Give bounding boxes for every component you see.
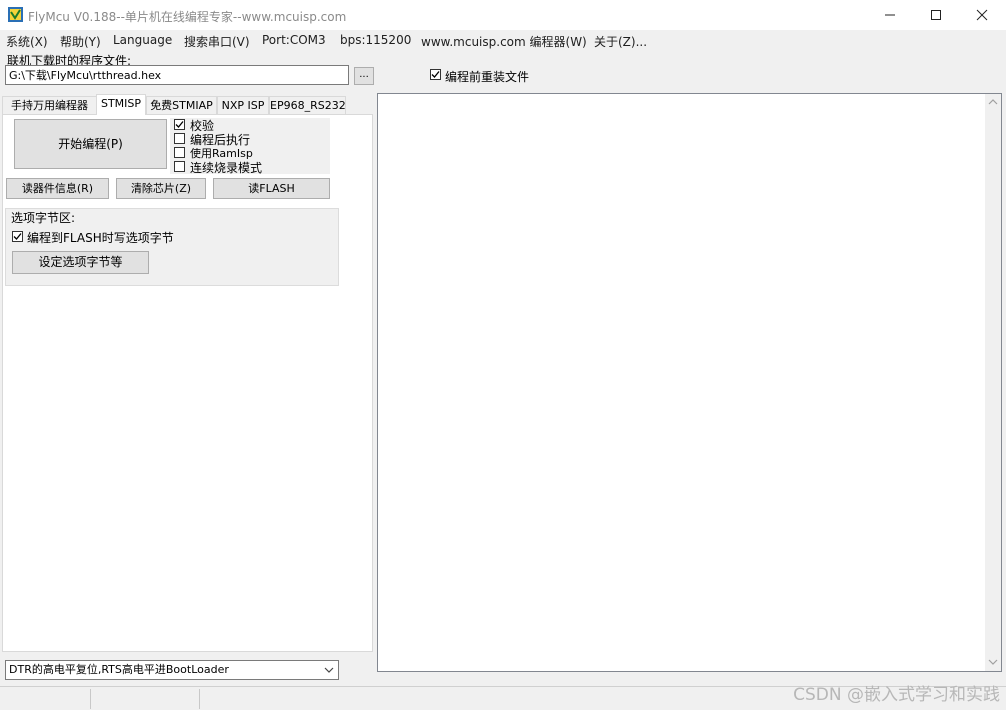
verify-checkbox[interactable] <box>174 119 185 130</box>
log-output-area[interactable] <box>377 93 1002 672</box>
scroll-down-icon[interactable] <box>988 658 998 666</box>
status-separator <box>90 689 91 709</box>
minimize-icon[interactable] <box>867 0 913 30</box>
write-option-bytes-checkbox[interactable] <box>12 231 23 242</box>
tab-bar: 手持万用编程器 STMISP 免费STMIAP NXP ISP EP968_RS… <box>0 94 374 115</box>
watermark: CSDN @嵌入式学习和实践 <box>793 685 1000 705</box>
close-icon[interactable] <box>959 0 1005 30</box>
tab-nxp-isp[interactable]: NXP ISP <box>217 96 269 114</box>
menu-search-port[interactable]: 搜索串口(V) <box>184 33 250 50</box>
read-device-info-button[interactable]: 读器件信息(R) <box>6 178 109 199</box>
menu-system[interactable]: 系统(X) <box>6 33 48 50</box>
tab-handheld-programmer[interactable]: 手持万用编程器 <box>2 96 97 114</box>
scroll-up-icon[interactable] <box>988 98 998 106</box>
menu-help[interactable]: 帮助(Y) <box>60 33 101 50</box>
run-after-program-checkbox[interactable] <box>174 133 185 144</box>
window-title: FlyMcu V0.188--单片机在线编程专家--www.mcuisp.com <box>28 10 347 24</box>
status-separator <box>199 689 200 709</box>
menu-bar: 系统(X) 帮助(Y) Language 搜索串口(V) Port:COM3 b… <box>0 30 1006 50</box>
menu-programmer[interactable]: www.mcuisp.com 编程器(W) <box>421 33 587 50</box>
checkmark-icon <box>175 121 184 128</box>
menu-port[interactable]: Port:COM3 <box>262 33 326 47</box>
reload-before-program-label: 编程前重装文件 <box>445 70 530 84</box>
reload-before-program-checkbox[interactable] <box>430 69 441 80</box>
menu-about[interactable]: 关于(Z)... <box>594 33 647 50</box>
tab-ep968-rs232[interactable]: EP968_RS232 <box>269 96 346 114</box>
chevron-down-icon[interactable] <box>320 661 338 679</box>
browse-button[interactable]: ... <box>354 67 374 85</box>
tab-free-stmiap[interactable]: 免费STMIAP <box>146 96 217 114</box>
menu-language[interactable]: Language <box>113 33 172 47</box>
write-option-bytes-label: 编程到FLASH时写选项字节 <box>27 231 174 245</box>
checkmark-icon <box>431 71 440 78</box>
continuous-burn-checkbox[interactable] <box>174 161 185 172</box>
log-scrollbar[interactable] <box>985 94 1001 671</box>
set-option-bytes-button[interactable]: 设定选项字节等 <box>12 251 149 274</box>
continuous-burn-label: 连续烧录模式 <box>190 161 263 175</box>
reset-mode-select[interactable]: DTR的高电平复位,RTS高电平进BootLoader <box>5 660 339 680</box>
tab-stmisp[interactable]: STMISP <box>96 94 146 115</box>
program-file-input[interactable] <box>5 65 349 85</box>
menu-bps[interactable]: bps:115200 <box>340 33 411 47</box>
maximize-icon[interactable] <box>913 0 959 30</box>
flymcu-app-icon <box>8 7 23 22</box>
read-flash-button[interactable]: 读FLASH <box>213 178 330 199</box>
option-bytes-title: 选项字节区: <box>11 211 76 225</box>
use-ramisp-checkbox[interactable] <box>174 147 185 158</box>
checkmark-icon <box>13 233 22 240</box>
erase-chip-button[interactable]: 清除芯片(Z) <box>116 178 206 199</box>
start-programming-button[interactable]: 开始编程(P) <box>14 119 167 169</box>
